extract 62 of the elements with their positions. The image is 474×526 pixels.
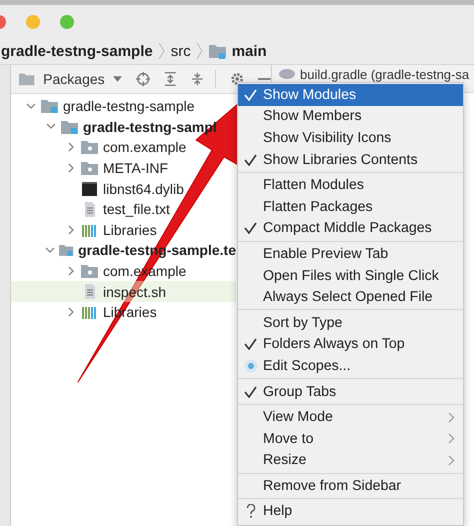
view-selector[interactable]: Packages — [43, 71, 105, 87]
locate-icon[interactable] — [136, 71, 150, 87]
collapse-all-icon[interactable] — [190, 71, 204, 87]
library-icon — [81, 305, 99, 320]
expand-all-icon[interactable] — [164, 71, 177, 87]
menu-item[interactable]: Show Modules — [238, 84, 463, 106]
menu-item[interactable]: Edit Scopes... — [238, 355, 463, 377]
tree-item[interactable]: test_file.txt — [11, 198, 236, 220]
menu-item[interactable]: Compact Middle Packages — [238, 218, 463, 240]
menu-item[interactable]: Group Tabs — [238, 380, 463, 402]
folder-icon — [208, 44, 227, 58]
tree-item-label: com.example — [103, 139, 186, 156]
menu-item[interactable]: Sort by Type — [238, 312, 463, 334]
folder-icon — [81, 140, 99, 154]
tree-item[interactable]: META-INF — [11, 158, 236, 178]
hide-icon[interactable] — [258, 77, 272, 81]
zoom-window-button[interactable] — [60, 14, 74, 28]
library-icon — [81, 222, 99, 237]
submenu-chevron-icon — [448, 412, 455, 423]
tree-item-label: libnst64.dylib — [103, 180, 184, 197]
breadcrumb-item[interactable]: src — [170, 42, 191, 60]
tree-item[interactable]: gradle-testng-sample — [11, 96, 236, 117]
menu-item[interactable]: Open Files with Single Click — [238, 264, 463, 286]
tree-item-label: gradle-testng-sample — [63, 98, 195, 114]
menu-item[interactable]: Remove from Sidebar — [238, 475, 463, 497]
menu-item[interactable]: Folders Always on Top — [238, 334, 463, 356]
tree-item[interactable]: com.example — [11, 137, 236, 158]
menu-item[interactable]: Show Libraries Contents — [238, 148, 463, 170]
expanded-chevron-icon[interactable] — [45, 123, 57, 130]
chevron-icon — [196, 42, 204, 60]
menu-item[interactable]: Show Members — [238, 106, 463, 128]
module-folder-icon — [59, 243, 74, 258]
menu-item[interactable]: Show Visibility Icons — [238, 127, 463, 149]
menu-item[interactable]: Flatten Packages — [238, 196, 463, 218]
menu-item[interactable]: Help — [238, 500, 463, 522]
binary-file-icon — [81, 182, 99, 196]
menu-item[interactable]: Resize — [238, 450, 463, 472]
tree-item-label: Libraries — [103, 222, 157, 238]
breadcrumb-item[interactable]: main — [232, 42, 267, 60]
tree-item-label: test_file.txt — [103, 201, 170, 218]
menu-item[interactable]: Always Select Opened File — [238, 286, 463, 308]
folder-icon — [19, 72, 36, 86]
menu-item[interactable]: Enable Preview Tab — [238, 243, 463, 265]
tree-item-label: META-INF — [103, 160, 168, 176]
help-icon — [246, 504, 256, 518]
breadcrumb-item[interactable]: gradle-testng-sample — [1, 42, 153, 60]
chevron-icon — [158, 42, 166, 60]
expanded-chevron-icon[interactable] — [45, 246, 56, 254]
menu-item[interactable]: Flatten Modules — [238, 174, 463, 196]
folder-icon — [81, 161, 99, 176]
submenu-chevron-icon — [448, 454, 455, 466]
module-folder-icon — [61, 120, 79, 134]
menu-item[interactable]: View Mode — [238, 406, 463, 428]
tree-item[interactable]: Libraries — [11, 220, 236, 240]
folder-icon — [81, 264, 99, 278]
tree-item[interactable]: libnst64.dylib — [11, 178, 236, 199]
dropdown-caret-icon[interactable] — [112, 76, 122, 82]
settings-icon[interactable] — [230, 71, 244, 87]
submenu-chevron-icon — [448, 433, 455, 444]
module-folder-icon — [41, 99, 59, 114]
menu-item[interactable]: Move to — [238, 428, 463, 450]
expanded-chevron-icon[interactable] — [25, 102, 37, 110]
